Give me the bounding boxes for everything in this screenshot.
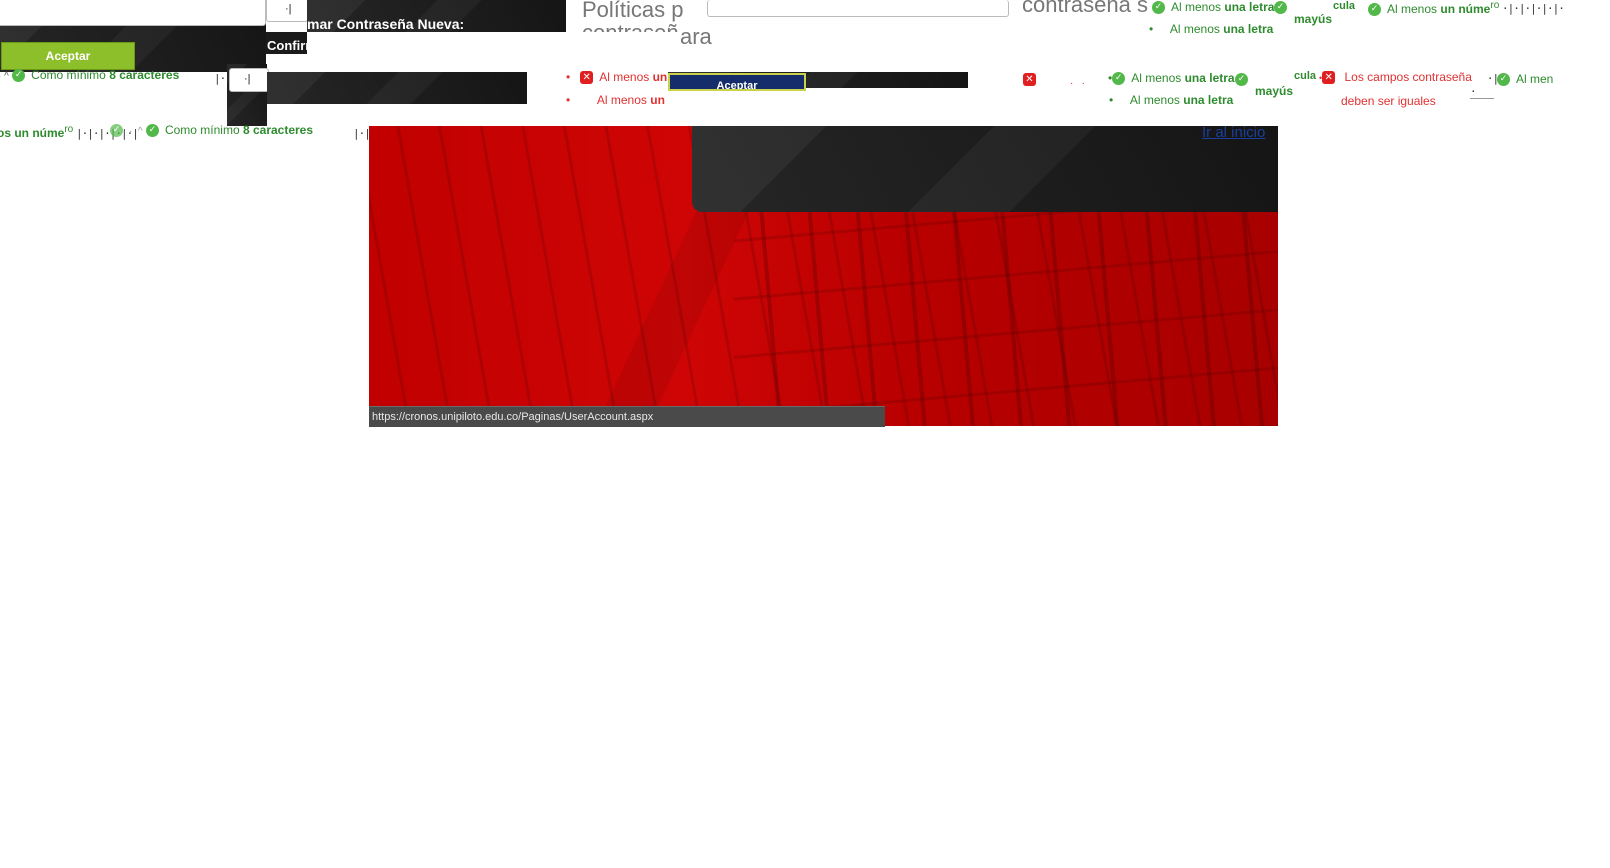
rule-sup: ro (64, 124, 74, 135)
browser-status-url: https://cronos.unipiloto.edu.co/Paginas/… (369, 406, 885, 427)
rule-sup: ro (1490, 0, 1500, 11)
check-circle-icon: ✓ (1235, 72, 1254, 87)
rule-text-b: os (1168, 71, 1182, 85)
bullet: • (1149, 22, 1154, 36)
rule-text: Al menos (599, 70, 653, 84)
rule-text-b: os (1208, 0, 1222, 14)
rule-text: Al menos (1387, 2, 1441, 16)
cursor-mark-mid: ·| (244, 73, 251, 85)
rule-bold: 8 caracteres (242, 123, 314, 137)
rule-number-right: ✓ Al men (1497, 72, 1554, 87)
rule-uppercase-suffix-top: mayús (1294, 12, 1333, 26)
login-card (692, 126, 1278, 212)
bullet: • (1109, 93, 1114, 107)
rule-min-chars-left-2: ✓ · ^ ✓ Como mínimo 8 caracteres (110, 123, 314, 138)
password-input-left[interactable] (0, 0, 266, 26)
rule-text: Al men (1131, 71, 1169, 85)
accept-button-left[interactable]: Aceptar (1, 42, 135, 70)
x-square-icon: ✕ (580, 71, 594, 85)
rule-text: Como mínimo (164, 123, 243, 137)
rule-text: Al men (1129, 93, 1168, 107)
x-square-icon: ✕ (1023, 72, 1042, 87)
policies-title-line2: contraseñ (582, 20, 679, 32)
rule-uppercase-suffix2-top: cula (1333, 0, 1356, 12)
rule-text: Como mínimo (31, 68, 110, 82)
rule-text: Al menos (596, 93, 651, 107)
form-panel-mid-wide (267, 72, 527, 104)
rule-uppercase-right: • ✓ Al menos una letra (1108, 71, 1235, 86)
rule-match-error-2: deben ser iguales (1341, 94, 1436, 108)
policies-title-ara: ara (680, 24, 712, 49)
slider-ticks-top: ·|·|·|·|·|· (1502, 2, 1565, 15)
rule-text: Al men (1516, 72, 1554, 86)
accept-button-center[interactable]: Aceptar (668, 73, 806, 91)
policies-title-right: contraseña s (1022, 0, 1148, 17)
rule-error-2: • Al menos un (566, 93, 665, 107)
check-circle-icon: ✓ (1497, 73, 1510, 87)
check-circle-icon: ✓ (1274, 0, 1293, 15)
rule-bold: os un núme (0, 126, 65, 140)
rule-bold: un (652, 70, 668, 84)
rule-error-1: • ✕ Al menos un (566, 70, 668, 85)
rule-uppercase-suffix2-right: cula (1294, 70, 1317, 82)
rule-bold: un núme (1440, 2, 1491, 16)
tick-fragment: · ^ (0, 71, 9, 82)
check-circle-icon: ✓ (1368, 3, 1381, 17)
rule-number-left: os un número (0, 124, 73, 140)
rule-lowercase-second: • Al menos una letra (1149, 22, 1273, 36)
rule-uppercase-top: ✓ Al menos una letra (1152, 0, 1275, 15)
rule-bold: una letra (1184, 71, 1235, 85)
rule-uppercase-suffix-right: mayús (1255, 84, 1294, 98)
password-input-center[interactable] (707, 0, 1009, 17)
rule-match-error-1: • ✕ Los campos contraseña (1319, 70, 1472, 85)
rule-text-b: os (1207, 22, 1220, 36)
rule-lowercase-right: • Al menos una letra (1109, 93, 1233, 107)
rule-text: Al men (1171, 0, 1209, 14)
rule-text: Al men (1169, 22, 1208, 36)
confirm-password-label: mar Contraseña Nueva: (307, 16, 465, 32)
slider-ticks-right: ·|· (1470, 72, 1499, 99)
bullet: • (566, 70, 571, 84)
rule-bold: una letra (1223, 22, 1274, 36)
rule-text: Los campos contraseña (1344, 70, 1472, 84)
cursor-mark: ·| (285, 3, 292, 15)
check-circle-icon: ✓ (1152, 1, 1165, 15)
rule-bold: una letra (1224, 0, 1275, 14)
x-square-icon: ✕ (1322, 71, 1336, 85)
rule-bold: 8 caracteres (109, 68, 180, 82)
check-circle-icon: ✓ (1112, 72, 1126, 86)
rule-bold: un (650, 93, 665, 107)
tick-fragment: · ^ (129, 126, 143, 137)
rule-bold: una letra (1183, 93, 1234, 107)
dot-fragments: · · (1070, 78, 1085, 89)
bullet: • (566, 93, 571, 107)
check-circle-icon: ✓ (110, 124, 123, 138)
check-circle-icon: ✓ (12, 69, 26, 83)
check-circle-icon: ✓ (145, 124, 159, 138)
go-home-link[interactable]: Ir al inicio (1202, 124, 1265, 141)
slider-ticks-left-3: |·| (353, 127, 371, 140)
confirm-label-fragment: Confirm (267, 38, 317, 53)
rule-number-top: ✓ Al menos un número (1368, 0, 1500, 17)
rule-text-b: os (1167, 93, 1180, 107)
rule-min-chars-left: · ^ ✓ Como mínimo 8 caracteres (0, 68, 180, 83)
